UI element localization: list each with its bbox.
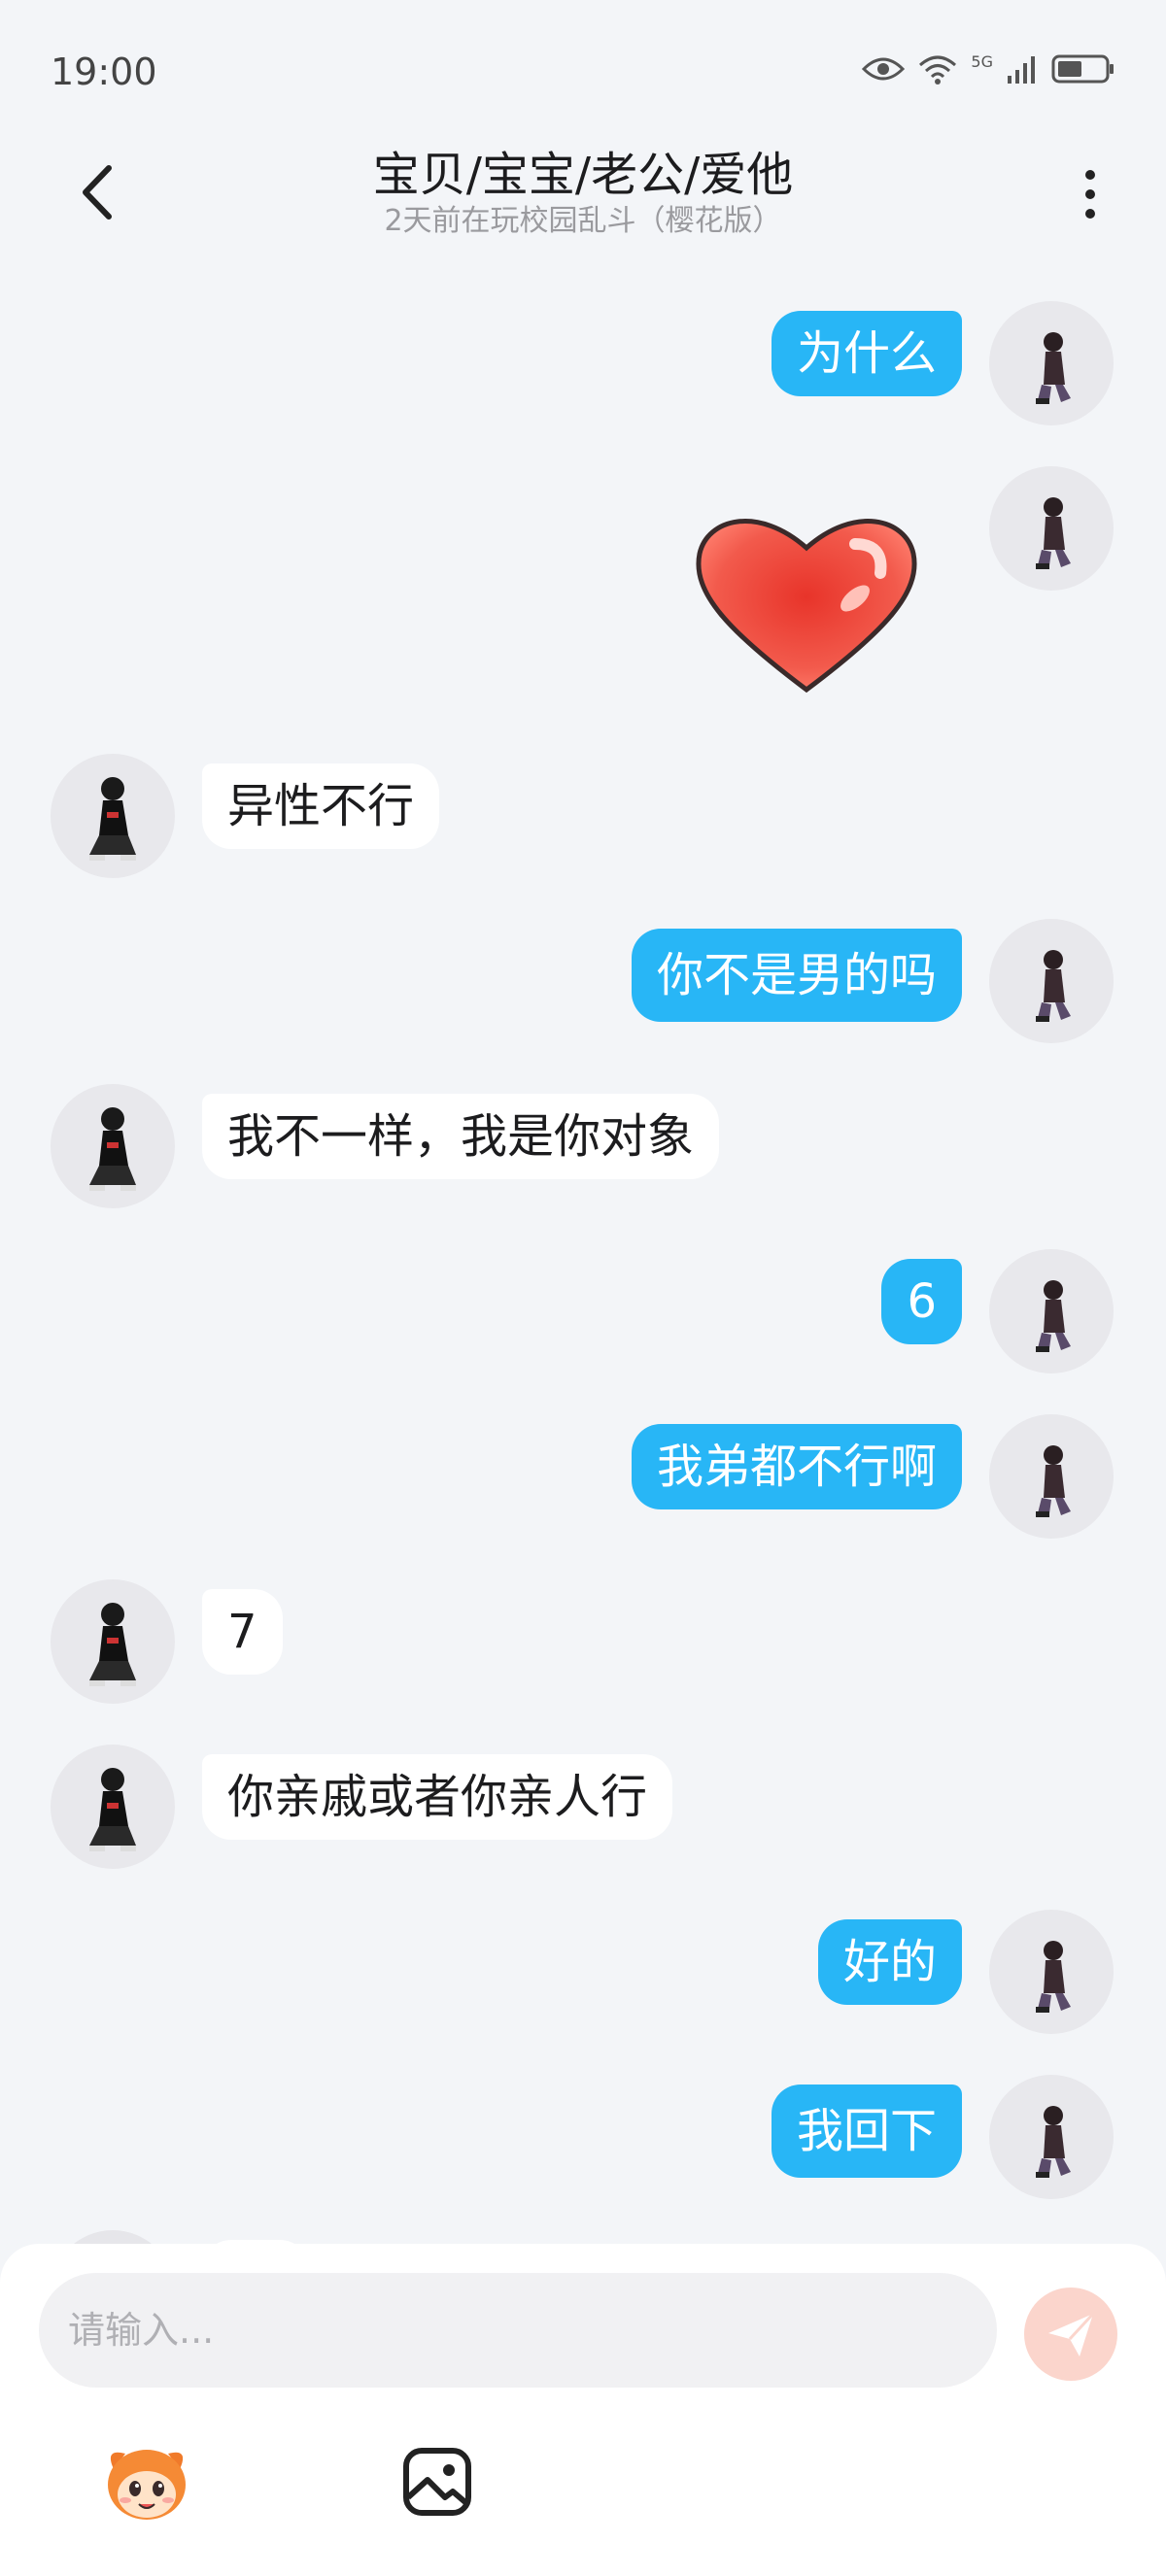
avatar-figure-icon xyxy=(1036,1445,1071,1517)
message-row-outgoing: 我弟都不行啊 xyxy=(0,1414,1166,1550)
message-row-incoming-partial xyxy=(0,2230,1166,2244)
avatar-figure-icon xyxy=(89,1603,136,1686)
message-row-outgoing: 你不是男的吗 xyxy=(0,919,1166,1055)
status-time: 19:00 xyxy=(51,51,157,93)
avatar-self[interactable] xyxy=(989,301,1114,425)
send-icon xyxy=(1048,2312,1095,2356)
avatar-self[interactable] xyxy=(989,466,1114,591)
message-row-incoming: 异性不行 xyxy=(0,754,1166,890)
network-type: 5G xyxy=(971,51,993,71)
avatar-figure-icon xyxy=(1036,497,1071,569)
avatar-figure-icon xyxy=(89,1107,136,1191)
avatar-self[interactable] xyxy=(989,2075,1114,2199)
incoming-message-bubble[interactable]: 异性不行 xyxy=(202,763,440,849)
status-bar: 19:00 5G xyxy=(0,0,1166,126)
outgoing-message-bubble[interactable]: 我弟都不行啊 xyxy=(631,1424,962,1509)
avatar-figure-icon xyxy=(1036,332,1071,404)
avatar-self[interactable] xyxy=(989,919,1114,1043)
message-composer xyxy=(0,2244,1166,2576)
avatar-self[interactable] xyxy=(989,1414,1114,1539)
outgoing-message-bubble[interactable]: 好的 xyxy=(817,1919,962,2005)
more-dot-icon xyxy=(1085,209,1095,219)
avatar-partner[interactable] xyxy=(51,754,175,878)
avatar-figure-icon xyxy=(1036,950,1071,1022)
avatar-figure-icon xyxy=(1036,1280,1071,1352)
outgoing-message-bubble[interactable]: 为什么 xyxy=(771,311,962,396)
avatar-partner[interactable] xyxy=(51,1745,175,1869)
emoji-button[interactable] xyxy=(93,2428,200,2535)
more-dot-icon xyxy=(1085,170,1095,180)
chat-header: 宝贝/宝宝/老公/爱他 2天前在玩校园乱斗（樱花版） xyxy=(0,126,1166,262)
send-button[interactable] xyxy=(1024,2288,1117,2381)
incoming-message-bubble[interactable]: 7 xyxy=(202,1589,283,1675)
wifi-icon xyxy=(919,55,957,85)
incoming-message-bubble[interactable]: 我不一样，我是你对象 xyxy=(202,1094,720,1179)
image-button[interactable] xyxy=(384,2428,491,2535)
message-row-incoming: 我不一样，我是你对象 xyxy=(0,1084,1166,1220)
outgoing-message-bubble[interactable]: 你不是男的吗 xyxy=(631,929,962,1022)
chat-title: 宝贝/宝宝/老公/爱他 xyxy=(372,148,794,202)
avatar-partner[interactable] xyxy=(51,1579,175,1704)
avatar-self[interactable] xyxy=(989,1249,1114,1373)
image-icon xyxy=(403,2448,471,2516)
eye-icon xyxy=(862,57,906,81)
message-input[interactable] xyxy=(39,2273,997,2388)
avatar-self[interactable] xyxy=(989,1910,1114,2034)
chat-subtitle: 2天前在玩校园乱斗（樱花版） xyxy=(384,204,782,238)
more-dot-icon xyxy=(1085,189,1095,199)
heart-sticker[interactable] xyxy=(690,505,923,699)
message-row-outgoing: 好的 xyxy=(0,1910,1166,2046)
message-row-outgoing xyxy=(0,466,1166,719)
incoming-message-bubble[interactable]: 你亲戚或者你亲人行 xyxy=(202,1754,673,1840)
avatar-figure-icon xyxy=(1036,1941,1071,2013)
signal-icon xyxy=(1008,56,1035,84)
message-row-incoming: 你亲戚或者你亲人行 xyxy=(0,1745,1166,1881)
outgoing-message-bubble[interactable]: 我回下 xyxy=(771,2085,962,2178)
message-row-outgoing: 为什么 xyxy=(0,301,1166,437)
message-list[interactable]: 为什么 异性不行 你不是男的吗 我不一样，我是你对象 6 我弟都不行啊 7 你亲… xyxy=(0,262,1166,2244)
message-row-outgoing: 6 xyxy=(0,1249,1166,1385)
status-icons: 5G xyxy=(862,51,1115,85)
avatar-figure-icon xyxy=(1036,2106,1071,2178)
more-options-button[interactable] xyxy=(1061,155,1119,233)
outgoing-message-bubble[interactable]: 6 xyxy=(881,1259,962,1344)
message-row-outgoing: 我回下 xyxy=(0,2075,1166,2211)
avatar-figure-icon xyxy=(89,1768,136,1851)
heart-icon xyxy=(696,519,917,694)
avatar-figure-icon xyxy=(89,777,136,861)
battery-icon xyxy=(1051,54,1114,84)
emoji-mascot-icon xyxy=(108,2450,186,2520)
avatar-partner[interactable] xyxy=(51,2230,175,2244)
avatar-partner[interactable] xyxy=(51,1084,175,1208)
message-row-incoming: 7 xyxy=(0,1579,1166,1715)
